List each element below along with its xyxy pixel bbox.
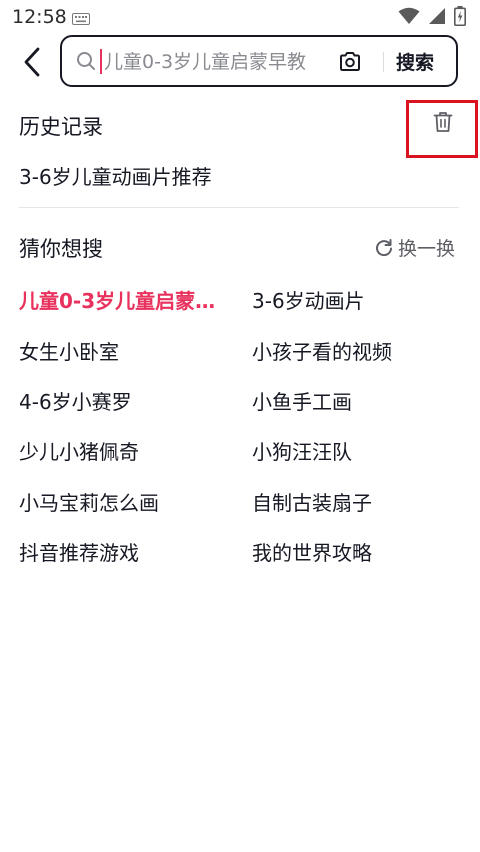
camera-icon[interactable] [337, 49, 363, 79]
keyboard-icon [72, 10, 90, 29]
search-button[interactable]: 搜索 [396, 48, 434, 75]
chevron-left-icon [24, 47, 40, 77]
search-bar[interactable]: 搜索 [60, 35, 458, 87]
text-cursor [100, 49, 102, 74]
refresh-button[interactable]: 换一换 [374, 234, 455, 261]
status-time: 12:58 [12, 6, 67, 28]
suggestion-item[interactable]: 3-6岁动画片 [252, 285, 365, 314]
suggestions-title: 猜你想搜 [19, 237, 103, 261]
refresh-label: 换一换 [398, 238, 456, 260]
search-divider [383, 52, 384, 72]
suggestion-item[interactable]: 少儿小猪佩奇 [19, 436, 139, 465]
trash-icon[interactable] [433, 111, 453, 137]
back-button[interactable] [14, 44, 50, 80]
suggestion-item[interactable]: 自制古装扇子 [252, 487, 372, 516]
search-icon [76, 51, 96, 75]
suggestion-item[interactable]: 我的世界攻略 [252, 537, 372, 566]
history-title: 历史记录 [19, 115, 103, 139]
suggestion-item[interactable]: 儿童0-3岁儿童启蒙… [19, 285, 215, 314]
suggestion-item[interactable]: 抖音推荐游戏 [19, 537, 139, 566]
refresh-icon [376, 238, 392, 256]
status-bar: 12:58 [0, 0, 480, 34]
battery-icon [454, 6, 466, 30]
history-item[interactable]: 3-6岁儿童动画片推荐 [19, 161, 212, 190]
section-divider [19, 207, 459, 208]
search-input[interactable] [104, 48, 344, 76]
suggestion-item[interactable]: 小孩子看的视频 [252, 336, 392, 365]
suggestion-item[interactable]: 小鱼手工画 [252, 386, 352, 415]
suggestion-item[interactable]: 小狗汪汪队 [252, 436, 352, 465]
suggestion-item[interactable]: 4-6岁小赛罗 [19, 386, 132, 415]
cellular-signal-icon [428, 7, 446, 29]
suggestion-item[interactable]: 女生小卧室 [19, 336, 119, 365]
suggestion-item[interactable]: 小马宝莉怎么画 [19, 487, 159, 516]
wifi-icon [398, 7, 420, 29]
